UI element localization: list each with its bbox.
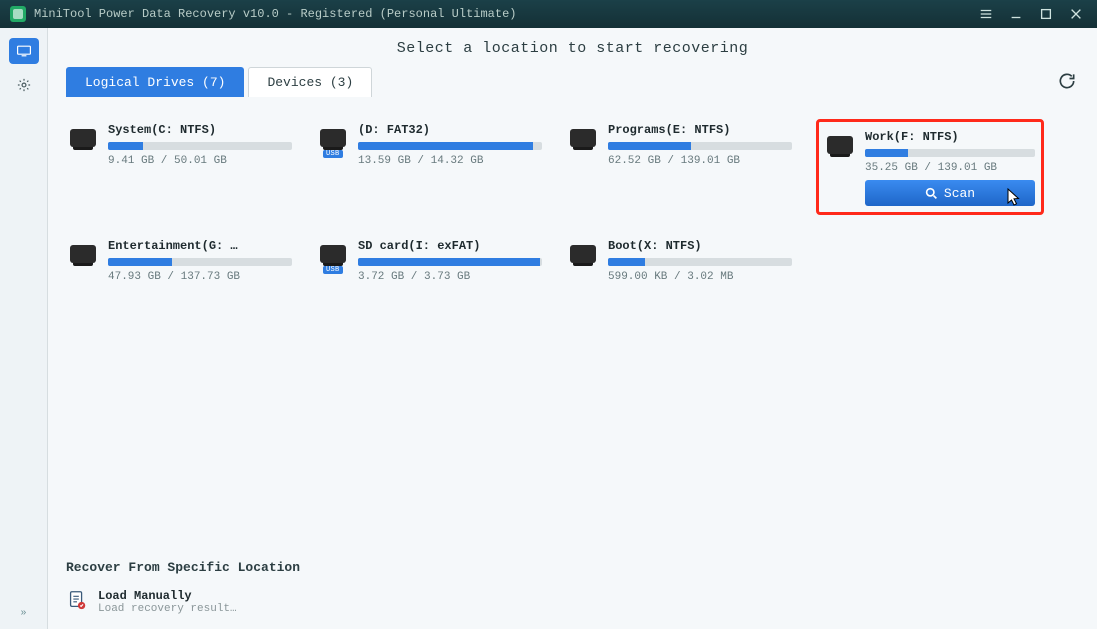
sidebar-expand-button[interactable]: » xyxy=(20,608,26,619)
drive-grid: System(C: NTFS) 9.41 GB / 50.01 GB USB (D: … xyxy=(66,119,1079,289)
app-logo-icon xyxy=(10,6,26,22)
drive-name: Programs(E: NTFS) xyxy=(608,123,792,137)
sidebar-recovery-button[interactable] xyxy=(9,38,39,64)
hdd-icon xyxy=(70,245,98,267)
hdd-icon xyxy=(70,129,98,151)
drive-name: SD card(I: exFAT) xyxy=(358,239,542,253)
usb-badge: USB xyxy=(323,266,343,274)
drive-card[interactable]: Programs(E: NTFS) 62.52 GB / 139.01 GB xyxy=(566,119,794,215)
drive-name: Boot(X: NTFS) xyxy=(608,239,792,253)
load-manually-title: Load Manually xyxy=(98,589,237,603)
sidebar-settings-button[interactable] xyxy=(9,72,39,98)
title-bar: MiniTool Power Data Recovery v10.0 - Reg… xyxy=(0,0,1097,28)
drive-size-label: 35.25 GB / 139.01 GB xyxy=(865,162,1035,174)
window-title: MiniTool Power Data Recovery v10.0 - Reg… xyxy=(34,7,516,21)
close-icon xyxy=(1069,7,1083,21)
hdd-icon xyxy=(827,136,855,158)
monitor-icon xyxy=(16,44,32,58)
drive-usage-bar xyxy=(358,142,542,150)
refresh-icon xyxy=(1057,71,1077,91)
refresh-button[interactable] xyxy=(1057,71,1079,93)
drive-usage-bar xyxy=(865,149,1035,157)
drive-usage-bar xyxy=(358,258,542,266)
hdd-icon xyxy=(570,129,598,151)
tab-devices[interactable]: Devices (3) xyxy=(248,67,372,97)
drive-card[interactable]: USB SD card(I: exFAT) 3.72 GB / 3.73 GB xyxy=(316,235,544,289)
hdd-icon xyxy=(570,245,598,267)
drive-size-label: 599.00 KB / 3.02 MB xyxy=(608,271,792,283)
drive-size-label: 9.41 GB / 50.01 GB xyxy=(108,155,292,167)
drive-card[interactable]: Boot(X: NTFS) 599.00 KB / 3.02 MB xyxy=(566,235,794,289)
main-panel: Select a location to start recovering Lo… xyxy=(48,28,1097,629)
minimize-button[interactable] xyxy=(1005,3,1027,25)
gear-icon xyxy=(16,78,32,92)
search-icon xyxy=(925,187,938,200)
page-title: Select a location to start recovering xyxy=(66,40,1079,57)
drive-usage-bar xyxy=(108,258,292,266)
drive-card[interactable]: USB (D: FAT32) 13.59 GB / 14.32 GB xyxy=(316,119,544,215)
close-button[interactable] xyxy=(1065,3,1087,25)
drive-usage-bar xyxy=(608,258,792,266)
drive-card[interactable]: Entertainment(G: … 47.93 GB / 137.73 GB xyxy=(66,235,294,289)
drive-card[interactable]: System(C: NTFS) 9.41 GB / 50.01 GB xyxy=(66,119,294,215)
drive-size-label: 3.72 GB / 3.73 GB xyxy=(358,271,542,283)
document-icon xyxy=(66,589,88,611)
scan-button[interactable]: Scan xyxy=(865,180,1035,206)
drive-usage-bar xyxy=(108,142,292,150)
load-manually-subtitle: Load recovery result… xyxy=(98,603,237,615)
usb-badge: USB xyxy=(323,150,343,158)
recover-from-title: Recover From Specific Location xyxy=(66,560,1079,575)
drive-size-label: 47.93 GB / 137.73 GB xyxy=(108,271,292,283)
drive-name: Entertainment(G: … xyxy=(108,239,292,253)
drive-size-label: 13.59 GB / 14.32 GB xyxy=(358,155,542,167)
drive-name: Work(F: NTFS) xyxy=(865,130,1035,144)
maximize-button[interactable] xyxy=(1035,3,1057,25)
minimize-icon xyxy=(1009,7,1023,21)
drive-tabs: Logical Drives (7) Devices (3) xyxy=(66,67,376,97)
sidebar: » xyxy=(0,28,48,629)
load-manually-button[interactable]: Load Manually Load recovery result… xyxy=(66,589,1079,615)
drive-name: (D: FAT32) xyxy=(358,123,542,137)
tab-logical-drives[interactable]: Logical Drives (7) xyxy=(66,67,244,97)
drive-card[interactable]: Work(F: NTFS) 35.25 GB / 139.01 GB Scan xyxy=(816,119,1044,215)
drive-name: System(C: NTFS) xyxy=(108,123,292,137)
usb-drive-icon: USB xyxy=(320,245,348,267)
scan-button-label: Scan xyxy=(944,186,975,201)
menu-button[interactable] xyxy=(975,3,997,25)
drive-size-label: 62.52 GB / 139.01 GB xyxy=(608,155,792,167)
drive-usage-bar xyxy=(608,142,792,150)
hamburger-icon xyxy=(979,7,993,21)
usb-drive-icon: USB xyxy=(320,129,348,151)
maximize-icon xyxy=(1039,7,1053,21)
